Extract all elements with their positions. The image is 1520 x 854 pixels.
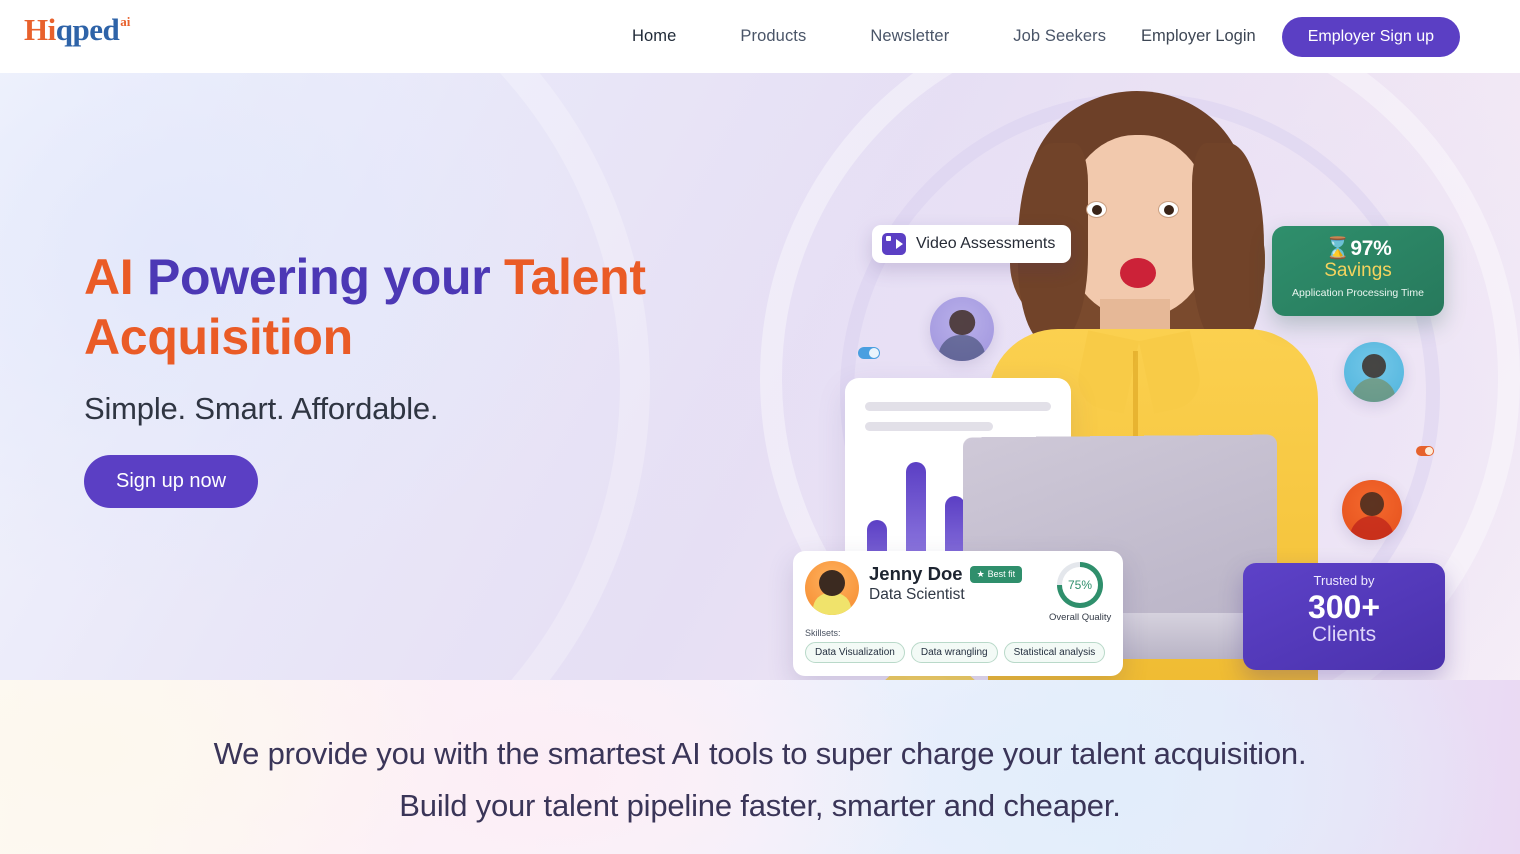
- video-camera-icon: [882, 233, 906, 255]
- video-assessments-label: Video Assessments: [916, 235, 1056, 252]
- overall-quality-label: Overall Quality: [1049, 612, 1112, 623]
- hero-copy: AI Powering your Talent Acquisition Simp…: [84, 248, 724, 508]
- hero-heading-powering: Powering your: [147, 249, 504, 305]
- placeholder-line: [865, 402, 1051, 411]
- nav-item-home[interactable]: Home: [600, 27, 708, 46]
- navbar-actions: Employer Login Employer Sign up: [1141, 0, 1460, 73]
- trusted-label: Trusted by: [1313, 573, 1375, 588]
- nav-item-job-seekers[interactable]: Job Seekers: [981, 27, 1138, 46]
- toggle-switch-orange[interactable]: [1416, 446, 1434, 456]
- hero-subheading: Simple. Smart. Affordable.: [84, 391, 439, 426]
- hourglass-icon: ⌛: [1324, 237, 1351, 260]
- video-assessments-card[interactable]: Video Assessments: [872, 225, 1072, 263]
- avatar-candidate-1: [930, 297, 994, 361]
- logo-superscript: ai: [120, 14, 131, 29]
- overall-quality-value: 75%: [1067, 578, 1093, 592]
- value-proposition-text: We provide you with the smartest AI tool…: [160, 728, 1360, 832]
- skill-tag: Data wrangling: [910, 642, 998, 663]
- savings-value: ⌛97%: [1324, 237, 1392, 260]
- candidate-role: Data Scientist: [869, 586, 965, 603]
- candidate-name: Jenny Doe: [869, 563, 963, 584]
- savings-caption: Application Processing Time: [1292, 287, 1424, 299]
- skill-tag: Data Visualization: [805, 642, 905, 663]
- site-logo[interactable]: Hiqped ai: [24, 14, 130, 45]
- skill-tag-list: Data Visualization Data wrangling Statis…: [805, 642, 1111, 663]
- hero-heading: AI Powering your Talent Acquisition: [84, 248, 724, 367]
- nav-item-newsletter[interactable]: Newsletter: [838, 27, 981, 46]
- value-prop-line-1: We provide you with the smartest AI tool…: [213, 736, 1307, 771]
- skillsets-label: Skillsets:: [805, 628, 841, 638]
- star-icon: ★: [976, 568, 985, 579]
- employer-login-link[interactable]: Employer Login: [1141, 27, 1256, 46]
- candidate-avatar: [805, 561, 859, 615]
- employer-signup-button[interactable]: Employer Sign up: [1281, 16, 1460, 57]
- nav-item-products[interactable]: Products: [708, 27, 838, 46]
- hero-signup-button[interactable]: Sign up now: [84, 455, 259, 508]
- hero-heading-ai: AI: [84, 249, 147, 305]
- hero-section: AI Powering your Talent Acquisition Simp…: [0, 73, 1520, 680]
- value-prop-line-2: Build your talent pipeline faster, smart…: [399, 787, 1121, 823]
- best-fit-badge: ★ Best fit: [969, 565, 1023, 583]
- savings-stat-card: ⌛97% Savings Application Processing Time: [1272, 226, 1444, 316]
- primary-navigation: Home Products Newsletter Job Seekers: [600, 0, 1138, 73]
- trusted-count: 300+: [1307, 589, 1381, 625]
- placeholder-line: [865, 422, 993, 431]
- logo-text-secondary: qped: [55, 12, 120, 47]
- toggle-switch-blue[interactable]: [858, 347, 880, 359]
- savings-title: Savings: [1324, 260, 1392, 281]
- top-navbar: Hiqped ai Home Products Newsletter Job S…: [0, 0, 1520, 73]
- trusted-clients-word: Clients: [1311, 622, 1377, 646]
- trusted-clients-card: Trusted by 300+ Clients: [1243, 563, 1445, 670]
- avatar-candidate-3: [1342, 480, 1402, 540]
- overall-quality-gauge: 75%: [1057, 562, 1103, 608]
- best-fit-label: Best fit: [987, 569, 1016, 579]
- logo-text-primary: Hi: [24, 12, 56, 47]
- candidate-profile-card: Jenny Doe ★ Best fit Data Scientist 75% …: [793, 551, 1123, 676]
- skill-tag: Statistical analysis: [1003, 642, 1106, 663]
- avatar-candidate-2: [1344, 342, 1404, 402]
- value-proposition-section: We provide you with the smartest AI tool…: [0, 680, 1520, 854]
